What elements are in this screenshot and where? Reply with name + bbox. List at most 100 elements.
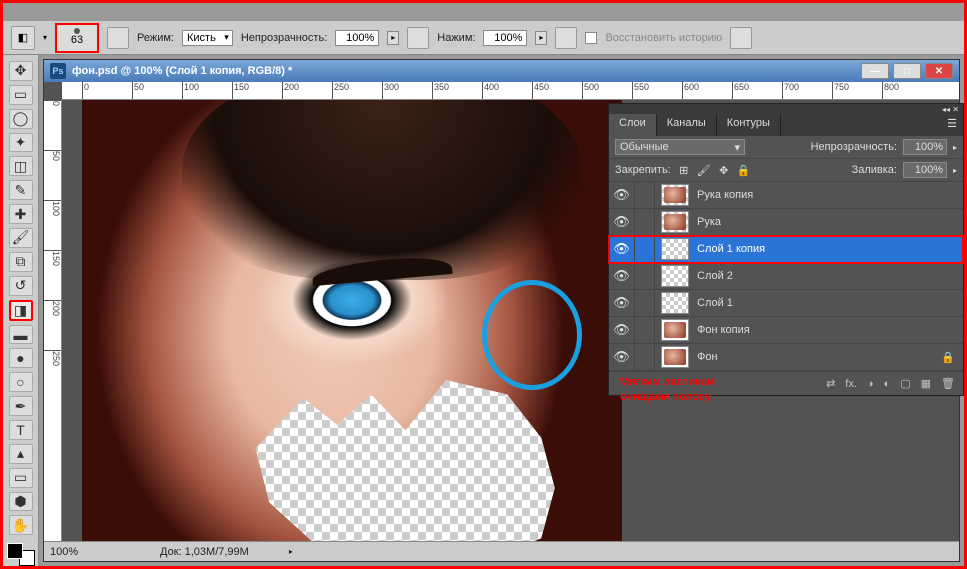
brush-panel-toggle[interactable] xyxy=(107,27,129,49)
crop-tool[interactable]: ◫ xyxy=(9,156,33,176)
visibility-toggle-icon[interactable]: 👁 xyxy=(609,236,635,262)
layer-row[interactable]: 👁 Фон🔒 xyxy=(609,344,963,371)
ruler-horizontal[interactable]: 0501001502002503003504004505005506006507… xyxy=(62,82,959,100)
zoom-value[interactable]: 100% xyxy=(50,546,120,558)
layer-row[interactable]: 👁 Слой 1 xyxy=(609,290,963,317)
layer-link-cell[interactable] xyxy=(635,209,655,235)
healing-tool[interactable]: ✚ xyxy=(9,204,33,224)
stamp-tool[interactable]: ⧉ xyxy=(9,252,33,272)
tab-channels[interactable]: Каналы xyxy=(657,114,717,136)
marquee-tool[interactable]: ▭ xyxy=(9,85,33,105)
color-swatches[interactable] xyxy=(7,543,35,566)
mode-label: Режим: xyxy=(137,32,174,44)
layer-row[interactable]: 👁 Рука xyxy=(609,209,963,236)
layer-name[interactable]: Рука копия xyxy=(695,189,941,201)
maximize-button[interactable]: □ xyxy=(893,63,921,79)
layer-opacity-input[interactable]: 100% xyxy=(903,139,947,155)
brush-tool[interactable]: 🖌 xyxy=(9,228,33,248)
layer-name[interactable]: Слой 2 xyxy=(695,270,941,282)
layer-thumbnail[interactable] xyxy=(661,238,689,260)
type-tool[interactable]: T xyxy=(9,420,33,440)
lock-all-icon[interactable]: 🔒 xyxy=(737,163,751,177)
fill-flyout-arrow-icon[interactable]: ▸ xyxy=(953,166,957,175)
layer-name[interactable]: Фон копия xyxy=(695,324,941,336)
dropdown-arrow-icon[interactable]: ▾ xyxy=(43,33,47,42)
shape-tool[interactable]: ▭ xyxy=(9,468,33,488)
opacity-pressure-toggle[interactable] xyxy=(407,27,429,49)
layer-name[interactable]: Фон xyxy=(695,351,941,363)
layer-thumbnail[interactable] xyxy=(661,292,689,314)
layer-link-cell[interactable] xyxy=(635,290,655,316)
opacity-flyout-arrow-icon[interactable]: ▸ xyxy=(953,143,957,152)
layer-link-cell[interactable] xyxy=(635,182,655,208)
visibility-toggle-icon[interactable]: 👁 xyxy=(609,317,635,343)
doc-info[interactable]: Док: 1,03M/7,99M xyxy=(160,546,249,558)
layer-name[interactable]: Слой 1 xyxy=(695,297,941,309)
layer-thumbnail[interactable] xyxy=(661,211,689,233)
tab-layers[interactable]: Слои xyxy=(609,114,657,136)
document-titlebar[interactable]: Ps фон.psd @ 100% (Слой 1 копия, RGB/8) … xyxy=(44,60,959,82)
layer-lock-icon[interactable]: 🔒 xyxy=(941,351,957,364)
wand-tool[interactable]: ✦ xyxy=(9,133,33,153)
canvas[interactable] xyxy=(82,100,622,541)
flow-input[interactable]: 100% xyxy=(483,30,527,46)
move-tool[interactable]: ✥ xyxy=(9,61,33,81)
ruler-vertical[interactable]: 050100150200250 xyxy=(44,100,62,541)
layer-thumbnail[interactable] xyxy=(661,346,689,368)
panel-collapse-bar[interactable]: ◂◂ ✕ xyxy=(609,104,963,114)
visibility-toggle-icon[interactable]: 👁 xyxy=(609,263,635,289)
eraser-tool[interactable]: ◨ xyxy=(9,300,33,321)
visibility-toggle-icon[interactable]: 👁 xyxy=(609,182,635,208)
layer-row[interactable]: 👁 Слой 2 xyxy=(609,263,963,290)
visibility-toggle-icon[interactable]: 👁 xyxy=(609,209,635,235)
layer-row[interactable]: 👁 Рука копия xyxy=(609,182,963,209)
layer-link-cell[interactable] xyxy=(635,236,655,262)
eraser-tool-icon[interactable]: ◧ xyxy=(11,26,35,50)
layer-link-cell[interactable] xyxy=(635,344,655,370)
hand-tool[interactable]: ✋ xyxy=(9,515,33,535)
history-brush-tool[interactable]: ↺ xyxy=(9,276,33,296)
fill-input[interactable]: 100% xyxy=(903,162,947,178)
lock-buttons: ⊞ 🖌 ✥ 🔒 xyxy=(677,163,751,177)
flow-label: Нажим: xyxy=(437,32,475,44)
blend-mode-select[interactable]: Обычные xyxy=(615,139,745,155)
pen-tool[interactable]: ✒ xyxy=(9,396,33,416)
visibility-toggle-icon[interactable]: 👁 xyxy=(609,290,635,316)
opacity-input[interactable]: 100% xyxy=(335,30,379,46)
blur-tool[interactable]: ● xyxy=(9,348,33,368)
opacity-arrow[interactable]: ▸ xyxy=(387,31,399,45)
layer-name[interactable]: Слой 1 копия xyxy=(695,243,941,255)
visibility-toggle-icon[interactable]: 👁 xyxy=(609,344,635,370)
3d-tool[interactable]: ⬢ xyxy=(9,492,33,512)
doc-info-arrow-icon[interactable]: ▸ xyxy=(289,547,293,556)
brush-preset-picker[interactable]: 63 xyxy=(55,23,99,53)
tab-paths[interactable]: Контуры xyxy=(717,114,781,136)
layer-link-cell[interactable] xyxy=(635,317,655,343)
layer-row[interactable]: 👁 Слой 1 копия xyxy=(609,236,963,263)
eyedropper-tool[interactable]: ✎ xyxy=(9,180,33,200)
layer-thumbnail[interactable] xyxy=(661,184,689,206)
dodge-tool[interactable]: ○ xyxy=(9,372,33,392)
mode-select[interactable]: Кисть xyxy=(182,30,233,46)
size-pressure-toggle[interactable] xyxy=(730,27,752,49)
menu-bar[interactable] xyxy=(3,3,964,21)
airbrush-toggle[interactable] xyxy=(555,27,577,49)
lock-transparency-icon[interactable]: ⊞ xyxy=(677,163,691,177)
lock-position-icon[interactable]: ✥ xyxy=(717,163,731,177)
ruler-tick: 250 xyxy=(332,82,349,99)
ruler-tick: 150 xyxy=(232,82,249,99)
close-button[interactable]: ✕ xyxy=(925,63,953,79)
erase-history-checkbox[interactable] xyxy=(585,32,597,44)
layer-row[interactable]: 👁 Фон копия xyxy=(609,317,963,344)
path-select-tool[interactable]: ▴ xyxy=(9,444,33,464)
flow-arrow[interactable]: ▸ xyxy=(535,31,547,45)
minimize-button[interactable]: — xyxy=(861,63,889,79)
layer-thumbnail[interactable] xyxy=(661,319,689,341)
layer-thumbnail[interactable] xyxy=(661,265,689,287)
panel-menu-icon[interactable]: ☰ xyxy=(941,114,963,136)
gradient-tool[interactable]: ▬ xyxy=(9,325,33,345)
lasso-tool[interactable]: ◯ xyxy=(9,109,33,129)
layer-link-cell[interactable] xyxy=(635,263,655,289)
lock-pixels-icon[interactable]: 🖌 xyxy=(697,163,711,177)
layer-name[interactable]: Рука xyxy=(695,216,941,228)
